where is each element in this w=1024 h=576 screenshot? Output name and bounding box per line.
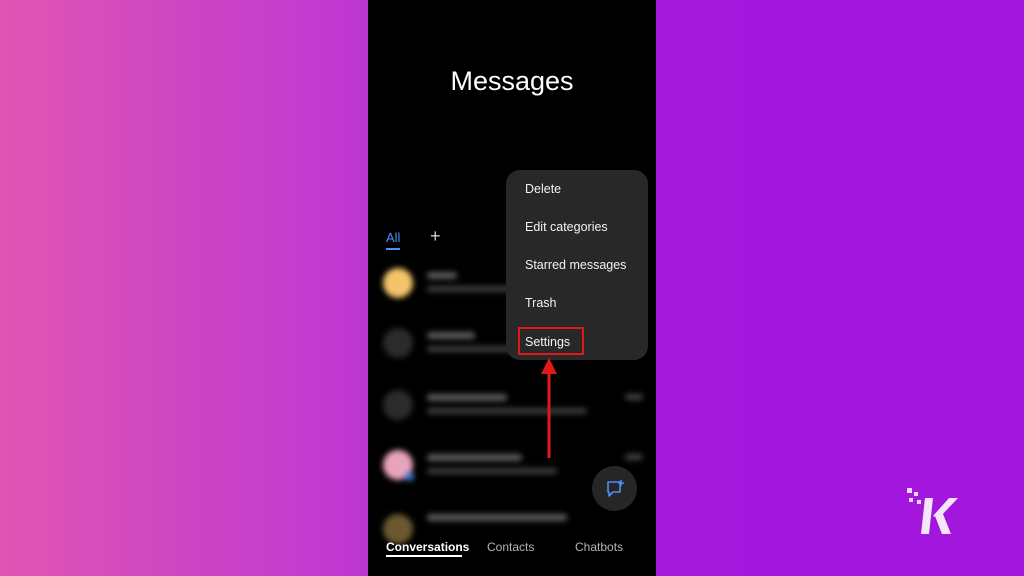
- tab-contacts[interactable]: Contacts: [487, 540, 534, 554]
- list-item[interactable]: [383, 390, 643, 430]
- k-logo-icon: [907, 488, 958, 534]
- tab-all[interactable]: All: [386, 230, 401, 250]
- menu-item-edit-categories[interactable]: Edit categories: [525, 220, 608, 234]
- avatar: [383, 268, 413, 298]
- compose-button[interactable]: [592, 466, 637, 511]
- menu-item-delete[interactable]: Delete: [525, 182, 561, 196]
- bottom-navigation: Conversations Contacts Chatbots: [368, 532, 656, 562]
- page-title: Messages: [450, 66, 574, 96]
- tab-chatbots[interactable]: Chatbots: [575, 540, 623, 554]
- menu-item-starred-messages[interactable]: Starred messages: [525, 258, 626, 272]
- avatar: [383, 328, 413, 358]
- active-tab-indicator: [386, 555, 462, 557]
- menu-item-trash[interactable]: Trash: [525, 296, 557, 310]
- new-message-icon: [606, 479, 624, 497]
- avatar: [383, 390, 413, 420]
- add-category-button[interactable]: +: [430, 226, 441, 247]
- settings-highlight-box: [518, 327, 584, 355]
- avatar: [383, 450, 414, 481]
- pointer-arrow-icon: [541, 358, 557, 458]
- tab-conversations[interactable]: Conversations: [386, 540, 469, 554]
